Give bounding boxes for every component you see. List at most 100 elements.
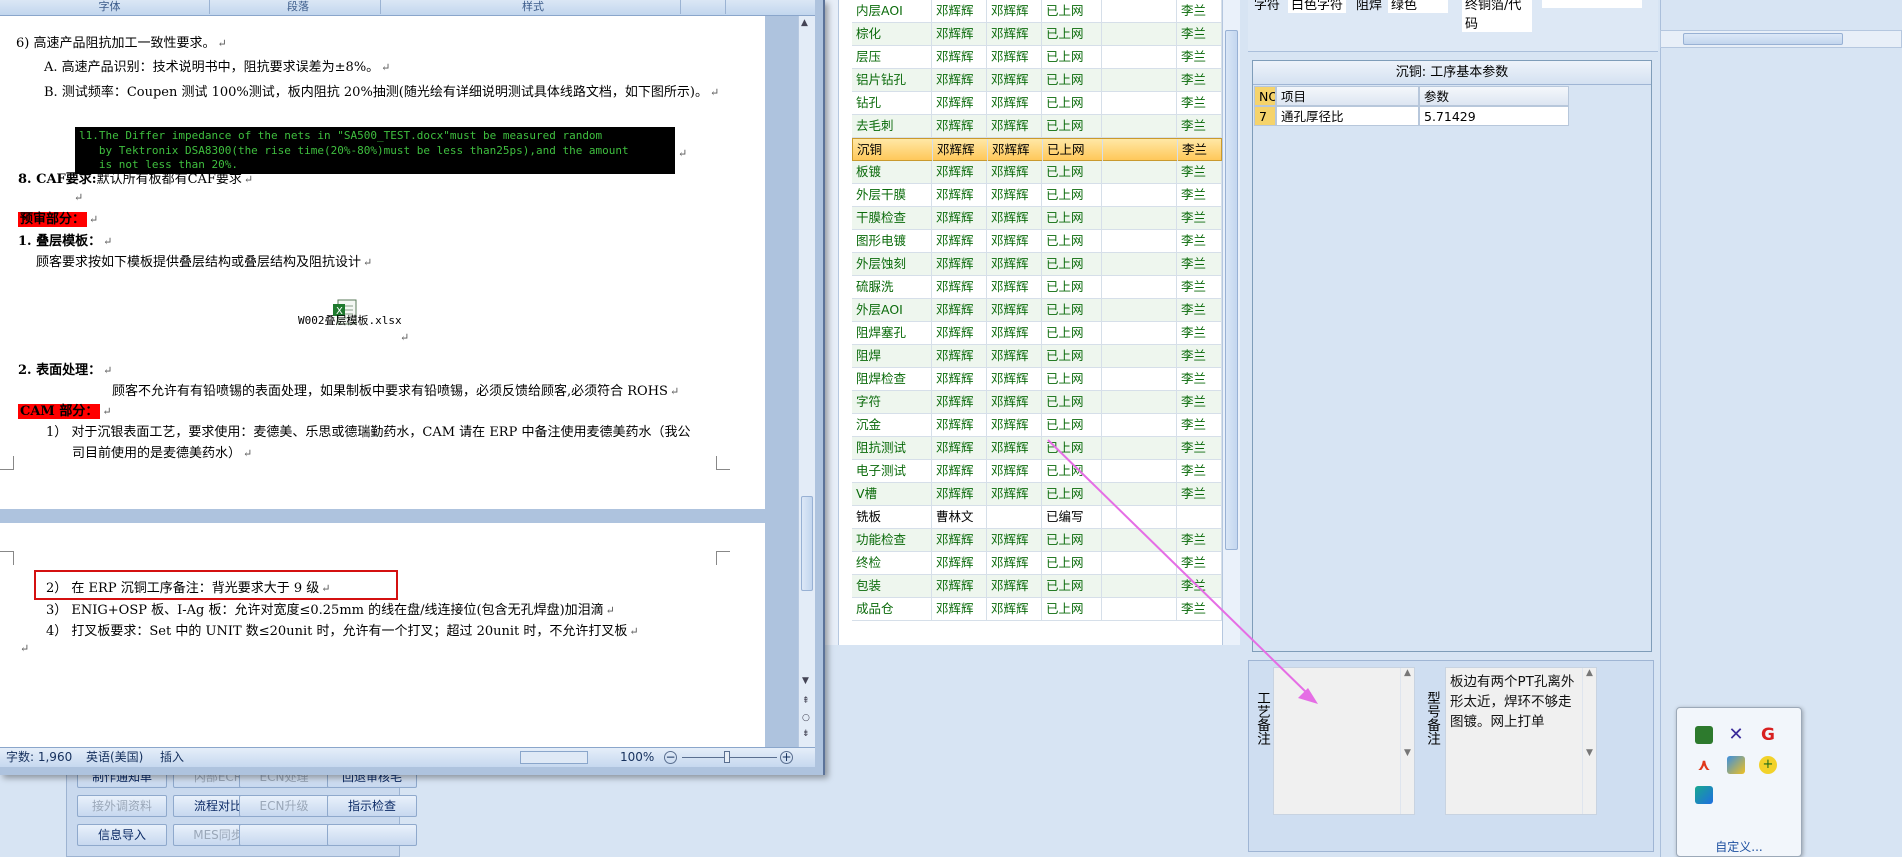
process-grid-row[interactable]: 阻焊塞孔 邓辉辉 邓辉辉 已上网 李兰 xyxy=(852,322,1222,345)
status-cell[interactable]: 已上网 xyxy=(1042,230,1102,253)
reviewer-cell[interactable]: 邓辉辉 xyxy=(987,115,1042,138)
process-remark-scrollbar[interactable]: ▲ ▼ xyxy=(1400,668,1414,814)
status-cell[interactable]: 已上网 xyxy=(1042,391,1102,414)
note-cell[interactable] xyxy=(1102,483,1177,506)
reviewer-cell[interactable]: 邓辉辉 xyxy=(987,460,1042,483)
engineer-cell[interactable]: 邓辉辉 xyxy=(932,230,987,253)
reviewer-cell[interactable]: 邓辉辉 xyxy=(987,46,1042,69)
note-cell[interactable] xyxy=(1102,529,1177,552)
status-cell[interactable]: 已上网 xyxy=(1042,598,1102,621)
status-cell[interactable]: 已上网 xyxy=(1042,207,1102,230)
reviewer-cell[interactable]: 邓辉辉 xyxy=(987,345,1042,368)
engineer-cell[interactable]: 邓辉辉 xyxy=(932,253,987,276)
approver-cell[interactable]: 李兰 xyxy=(1177,529,1222,552)
approver-cell[interactable]: 李兰 xyxy=(1177,253,1222,276)
approver-cell[interactable]: 李兰 xyxy=(1177,184,1222,207)
process-grid-row[interactable]: 沉铜 邓辉辉 邓辉辉 已上网 李兰 xyxy=(852,138,1223,162)
approver-cell[interactable]: 李兰 xyxy=(1177,69,1222,92)
s-app-icon[interactable] xyxy=(1695,786,1713,804)
note-cell[interactable] xyxy=(1102,276,1177,299)
process-name-cell[interactable]: 铝片钻孔 xyxy=(852,69,932,92)
note-cell[interactable] xyxy=(1102,207,1177,230)
status-cell[interactable]: 已上网 xyxy=(1042,552,1102,575)
engineer-cell[interactable]: 邓辉辉 xyxy=(932,207,987,230)
status-cell[interactable]: 已上网 xyxy=(1042,0,1102,23)
process-grid-row[interactable]: 铝片钻孔 邓辉辉 邓辉辉 已上网 李兰 xyxy=(852,69,1222,92)
process-grid-row[interactable]: 外层AOI 邓辉辉 邓辉辉 已上网 李兰 xyxy=(852,299,1222,322)
process-name-cell[interactable]: 外层蚀刻 xyxy=(852,253,932,276)
note-cell[interactable] xyxy=(1102,575,1177,598)
process-grid-row[interactable]: 棕化 邓辉辉 邓辉辉 已上网 李兰 xyxy=(852,23,1222,46)
engineer-cell[interactable]: 邓辉辉 xyxy=(932,322,987,345)
process-grid-row[interactable]: 外层干膜 邓辉辉 邓辉辉 已上网 李兰 xyxy=(852,184,1222,207)
nvidia-icon[interactable] xyxy=(1695,726,1713,744)
note-cell[interactable] xyxy=(1102,161,1177,184)
status-cell[interactable]: 已上网 xyxy=(1042,575,1102,598)
process-grid-row[interactable]: 终检 邓辉辉 邓辉辉 已上网 李兰 xyxy=(852,552,1222,575)
approver-cell[interactable]: 李兰 xyxy=(1177,483,1222,506)
erp-button-external-data[interactable]: 接外调资料 xyxy=(77,795,167,817)
engineer-cell[interactable]: 邓辉辉 xyxy=(932,299,987,322)
reviewer-cell[interactable]: 邓辉辉 xyxy=(987,437,1042,460)
ribbon-group-styles[interactable]: 样式 xyxy=(386,0,681,14)
status-cell[interactable]: 已上网 xyxy=(1042,276,1102,299)
process-name-cell[interactable]: 终检 xyxy=(852,552,932,575)
process-name-cell[interactable]: 阻抗测试 xyxy=(852,437,932,460)
process-grid-row[interactable]: 干膜检查 邓辉辉 邓辉辉 已上网 李兰 xyxy=(852,207,1222,230)
note-cell[interactable] xyxy=(1103,139,1178,162)
status-cell[interactable]: 已上网 xyxy=(1042,322,1102,345)
engineer-cell[interactable]: 邓辉辉 xyxy=(932,529,987,552)
approver-cell[interactable]: 李兰 xyxy=(1177,92,1222,115)
process-grid-row[interactable]: 电子测试 邓辉辉 邓辉辉 已上网 李兰 xyxy=(852,460,1222,483)
document-scroll-thumb[interactable] xyxy=(801,496,813,591)
process-grid-row[interactable]: 层压 邓辉辉 邓辉辉 已上网 李兰 xyxy=(852,46,1222,69)
document-page-1[interactable]: 6) 高速产品阻抗加工一致性要求。 ↵ A. 高速产品识别：技术说明书中，阻抗要求… xyxy=(0,16,765,509)
engineer-cell[interactable]: 邓辉辉 xyxy=(932,575,987,598)
approver-cell[interactable]: 李兰 xyxy=(1177,437,1222,460)
reviewer-cell[interactable] xyxy=(987,506,1042,529)
erp-button-empty-2[interactable] xyxy=(327,824,417,846)
process-name-cell[interactable]: 硫脲洗 xyxy=(852,276,932,299)
process-name-cell[interactable]: 干膜检查 xyxy=(852,207,932,230)
status-cell[interactable]: 已上网 xyxy=(1042,299,1102,322)
process-grid-row[interactable]: 图形电镀 邓辉辉 邓辉辉 已上网 李兰 xyxy=(852,230,1222,253)
process-name-cell[interactable]: 图形电镀 xyxy=(852,230,932,253)
process-name-cell[interactable]: 包装 xyxy=(852,575,932,598)
erp-button-info-import[interactable]: 信息导入 xyxy=(77,824,167,846)
approver-cell[interactable]: 李兰 xyxy=(1177,345,1222,368)
status-cell[interactable]: 已上网 xyxy=(1042,253,1102,276)
arrow-app-icon[interactable]: ⋏ xyxy=(1695,756,1713,774)
note-cell[interactable] xyxy=(1102,506,1177,529)
process-grid-row[interactable]: 包装 邓辉辉 邓辉辉 已上网 李兰 xyxy=(852,575,1222,598)
approver-cell[interactable]: 李兰 xyxy=(1177,575,1222,598)
part-remark-textarea[interactable]: 板边有两个PT孔离外形太近，焊环不够走图镀。网上打单 ▲ ▼ xyxy=(1445,667,1597,815)
approver-cell[interactable]: 李兰 xyxy=(1177,115,1222,138)
ribbon-group-edit[interactable] xyxy=(686,0,726,14)
process-name-cell[interactable]: 铣板 xyxy=(852,506,932,529)
process-grid-row[interactable]: 功能检查 邓辉辉 邓辉辉 已上网 李兰 xyxy=(852,529,1222,552)
engineer-cell[interactable]: 邓辉辉 xyxy=(932,368,987,391)
approver-cell[interactable]: 李兰 xyxy=(1178,139,1223,162)
scroll-down-icon[interactable]: ▼ xyxy=(802,676,809,686)
engineer-cell[interactable]: 邓辉辉 xyxy=(932,598,987,621)
engineer-cell[interactable]: 曹林文 xyxy=(932,506,987,529)
scroll-up-icon[interactable]: ▲ xyxy=(801,18,808,28)
zoom-slider-thumb[interactable] xyxy=(724,751,730,763)
view-mode-buttons[interactable] xyxy=(520,751,588,764)
status-cell[interactable]: 已上网 xyxy=(1043,139,1103,162)
process-name-cell[interactable]: 沉金 xyxy=(852,414,932,437)
process-name-cell[interactable]: 沉铜 xyxy=(853,139,933,162)
note-cell[interactable] xyxy=(1102,368,1177,391)
process-grid-row[interactable]: 外层蚀刻 邓辉辉 邓辉辉 已上网 李兰 xyxy=(852,253,1222,276)
approver-cell[interactable]: 李兰 xyxy=(1177,598,1222,621)
note-cell[interactable] xyxy=(1102,414,1177,437)
process-grid-row[interactable]: 板镀 邓辉辉 邓辉辉 已上网 李兰 xyxy=(852,161,1222,184)
status-cell[interactable]: 已上网 xyxy=(1042,115,1102,138)
empty-field[interactable] xyxy=(1542,0,1642,8)
grid-vertical-scrollbar[interactable] xyxy=(1222,0,1240,645)
note-cell[interactable] xyxy=(1102,391,1177,414)
engineer-cell[interactable]: 邓辉辉 xyxy=(932,161,987,184)
grid-scroll-thumb[interactable] xyxy=(1225,30,1238,550)
process-name-cell[interactable]: 外层干膜 xyxy=(852,184,932,207)
note-cell[interactable] xyxy=(1102,115,1177,138)
